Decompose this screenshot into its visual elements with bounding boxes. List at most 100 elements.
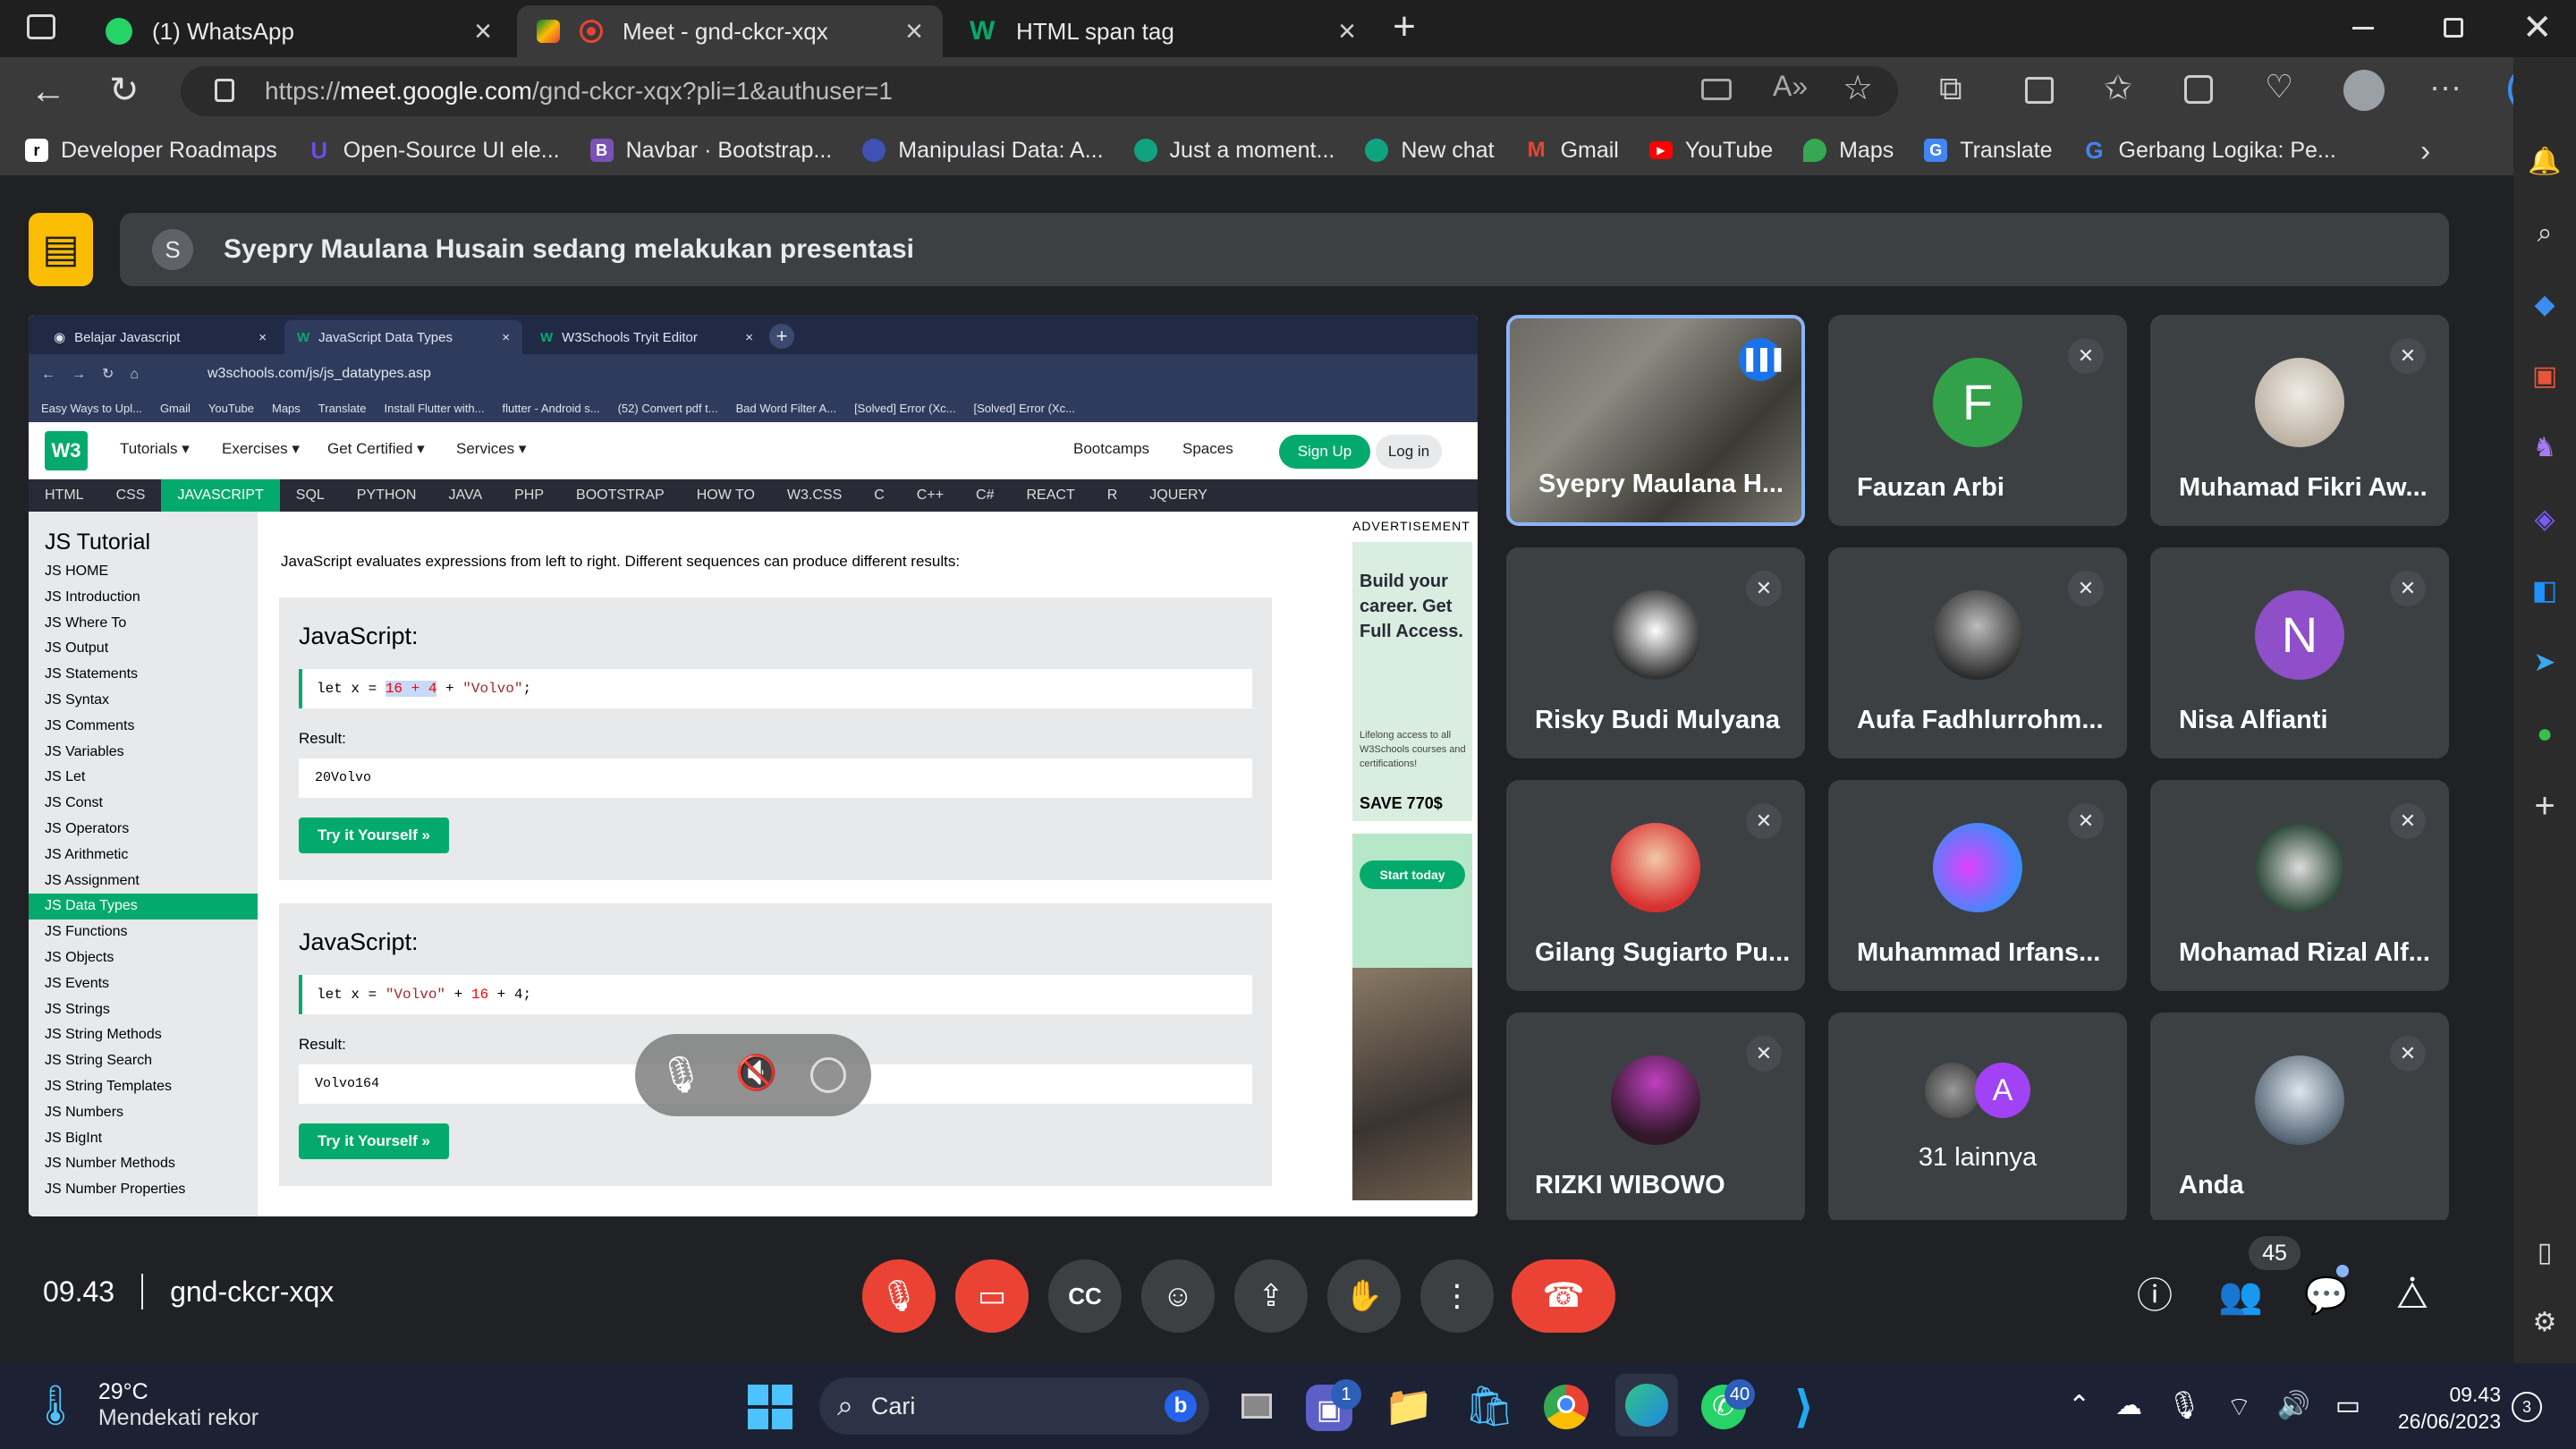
- back-button[interactable]: ←: [30, 72, 66, 112]
- start-button[interactable]: [746, 1383, 794, 1431]
- camera-toggle-button[interactable]: ▭: [955, 1259, 1029, 1333]
- maps-icon: [1803, 139, 1827, 162]
- notification-count-badge[interactable]: 3: [2512, 1392, 2542, 1422]
- file-explorer-icon[interactable]: 📁: [1383, 1381, 1435, 1433]
- bookmark-maps[interactable]: Maps: [1803, 138, 1894, 164]
- tree-icon[interactable]: ●: [2528, 717, 2562, 751]
- bookmark-new-chat[interactable]: New chat: [1365, 138, 1495, 164]
- leave-call-button[interactable]: ☎: [1512, 1259, 1615, 1333]
- raise-hand-button[interactable]: ✋: [1327, 1259, 1401, 1333]
- hide-sidebar-icon[interactable]: ▯: [2528, 1236, 2562, 1270]
- bookmark-just-a-moment[interactable]: Just a moment...: [1133, 138, 1335, 164]
- tab-meet[interactable]: Meet - gnd-ckcr-xqx ×: [517, 5, 943, 57]
- bookmark-open-source-ui[interactable]: U Open-Source UI ele...: [308, 138, 559, 164]
- settings-gear-icon[interactable]: ⚙: [2528, 1306, 2562, 1340]
- volume-icon[interactable]: 🔊: [2276, 1390, 2309, 1424]
- participant-tile[interactable]: ✕ Risky Budi Mulyana: [1506, 547, 1805, 758]
- remove-icon: [810, 1057, 846, 1093]
- extensions-icon[interactable]: ⧉: [1939, 70, 1962, 108]
- mic-off-icon: ✕: [2068, 338, 2104, 374]
- chevron-up-icon[interactable]: ⌃: [2068, 1390, 2090, 1424]
- send-icon[interactable]: ➤: [2528, 646, 2562, 680]
- new-tab-button[interactable]: +: [1385, 5, 1424, 48]
- notification-bell-icon[interactable]: 🔔: [2528, 145, 2562, 179]
- participant-tile[interactable]: ✕ Muhamad Fikri Aw...: [2150, 315, 2449, 526]
- edge-icon[interactable]: [1615, 1374, 1678, 1436]
- battery-icon[interactable]: ▭: [2335, 1390, 2360, 1424]
- bookmark-developer-roadmaps[interactable]: r Developer Roadmaps: [25, 138, 277, 164]
- taskbar-search[interactable]: ⌕ Cari b: [819, 1377, 1209, 1435]
- whatsapp-icon[interactable]: ✆ 40: [1701, 1379, 1755, 1429]
- tools-briefcase-icon[interactable]: ▣: [2528, 360, 2562, 394]
- profile-avatar[interactable]: [2343, 70, 2385, 111]
- shopping-tag-icon[interactable]: ◆: [2528, 288, 2562, 322]
- bookmark-manipulasi-data[interactable]: Manipulasi Data: A...: [862, 138, 1104, 164]
- captions-button[interactable]: CC: [1048, 1259, 1122, 1333]
- split-screen-icon[interactable]: [2025, 77, 2054, 104]
- tab-whatsapp[interactable]: (1) WhatsApp ×: [86, 5, 512, 57]
- bookmark-gerbang-logika[interactable]: G Gerbang Logika: Pe...: [2083, 138, 2335, 164]
- participant-tile[interactable]: ✕ N Nisa Alfianti: [2150, 547, 2449, 758]
- outlook-icon[interactable]: ◧: [2528, 574, 2562, 608]
- participant-tile-self[interactable]: ✕ Anda: [2150, 1013, 2449, 1224]
- people-icon[interactable]: 👥: [2216, 1272, 2265, 1320]
- w3schools-navbar: W3 Tutorials ▾ Exercises ▾ Get Certified…: [29, 422, 1478, 479]
- favorite-star-icon[interactable]: ☆: [1843, 68, 1873, 108]
- search-icon[interactable]: ⌕: [2528, 216, 2562, 250]
- present-screen-button[interactable]: ⇪: [1234, 1259, 1308, 1333]
- read-aloud-icon[interactable]: A»: [1773, 70, 1808, 103]
- tab-html-span[interactable]: W HTML span tag ×: [950, 5, 1376, 57]
- minimize-button[interactable]: [2352, 27, 2374, 30]
- bookmark-gmail[interactable]: M Gmail: [1525, 138, 1619, 164]
- onedrive-icon[interactable]: ☁: [2115, 1390, 2142, 1424]
- bookmark-youtube[interactable]: ▶ YouTube: [1648, 138, 1773, 164]
- participant-tile-others[interactable]: A 31 lainnya: [1828, 1013, 2127, 1224]
- task-view-icon[interactable]: [1231, 1381, 1283, 1433]
- weather-widget[interactable]: 🌡 29°C Mendekati rekor: [30, 1379, 258, 1431]
- mic-toggle-button[interactable]: 🎙: [862, 1259, 936, 1333]
- browser-essentials-icon[interactable]: ♡: [2265, 68, 2293, 106]
- restore-button[interactable]: [2444, 18, 2463, 38]
- teams-chat-icon[interactable]: ▣ 1: [1306, 1379, 1361, 1431]
- participant-tile[interactable]: ✕ Gilang Sugiarto Pu...: [1506, 780, 1805, 991]
- games-icon[interactable]: ♞: [2528, 431, 2562, 465]
- participant-avatar: [1611, 590, 1700, 680]
- more-bookmarks-chevron-icon[interactable]: ›: [2420, 134, 2430, 169]
- collections-icon[interactable]: [2184, 75, 2213, 104]
- shared-nav-icons: ←→↻⌂: [41, 367, 156, 382]
- wifi-icon[interactable]: ⌔: [2226, 1390, 2251, 1424]
- bookmark-navbar-bootstrap[interactable]: B Navbar · Bootstrap...: [589, 138, 832, 164]
- more-options-button[interactable]: ⋮: [1420, 1259, 1494, 1333]
- favorites-icon[interactable]: ✩: [2104, 68, 2132, 108]
- close-window-button[interactable]: ✕: [2522, 7, 2553, 48]
- meeting-details-info-icon[interactable]: ⓘ: [2131, 1272, 2179, 1320]
- close-tab-icon[interactable]: ×: [474, 14, 492, 49]
- participant-tile[interactable]: ✕ RIZKI WIBOWO: [1506, 1013, 1805, 1224]
- emoji-reaction-button[interactable]: ☺: [1141, 1259, 1215, 1333]
- close-tab-icon[interactable]: ×: [1338, 14, 1356, 49]
- chrome-icon[interactable]: [1544, 1385, 1589, 1429]
- camera-blocked-icon[interactable]: [1701, 79, 1732, 100]
- microsoft-store-icon[interactable]: 🛍: [1463, 1381, 1515, 1433]
- participant-tile[interactable]: ✕ Aufa Fadhlurrohm...: [1828, 547, 2127, 758]
- more-menu-icon[interactable]: ···: [2429, 68, 2462, 106]
- address-bar[interactable]: https://meet.google.com/gnd-ckcr-xqx?pli…: [181, 66, 1898, 116]
- microphone-icon[interactable]: 🎙: [2167, 1390, 2201, 1424]
- chat-icon[interactable]: 💬: [2302, 1272, 2351, 1320]
- participant-avatar: [1933, 590, 2022, 680]
- taskbar-clock[interactable]: 09.43 26/06/2023: [2397, 1381, 2501, 1435]
- vscode-icon[interactable]: ⟩: [1778, 1381, 1830, 1433]
- add-sidebar-app-icon[interactable]: +: [2528, 788, 2562, 824]
- copilot-icon[interactable]: ◈: [2528, 503, 2562, 537]
- activities-icon[interactable]: ⧊: [2388, 1272, 2436, 1320]
- w3-ad-column: ADVERTISEMENT Build your career. Get Ful…: [1324, 512, 1478, 1216]
- participant-tile[interactable]: ✕ F Fauzan Arbi: [1828, 315, 2127, 526]
- participant-tile[interactable]: ✕ Muhammad Irfans...: [1828, 780, 2127, 991]
- close-tab-icon[interactable]: ×: [905, 14, 923, 49]
- reload-button[interactable]: ↻: [109, 70, 140, 111]
- bookmark-translate[interactable]: G Translate: [1924, 138, 2053, 164]
- participant-tile-presenter[interactable]: ▐▐▐ Syepry Maulana H...: [1506, 315, 1805, 526]
- presentation-icon[interactable]: ▤: [29, 213, 93, 286]
- participant-tile[interactable]: ✕ Mohamad Rizal Alf...: [2150, 780, 2449, 991]
- workspaces-icon[interactable]: [27, 14, 55, 39]
